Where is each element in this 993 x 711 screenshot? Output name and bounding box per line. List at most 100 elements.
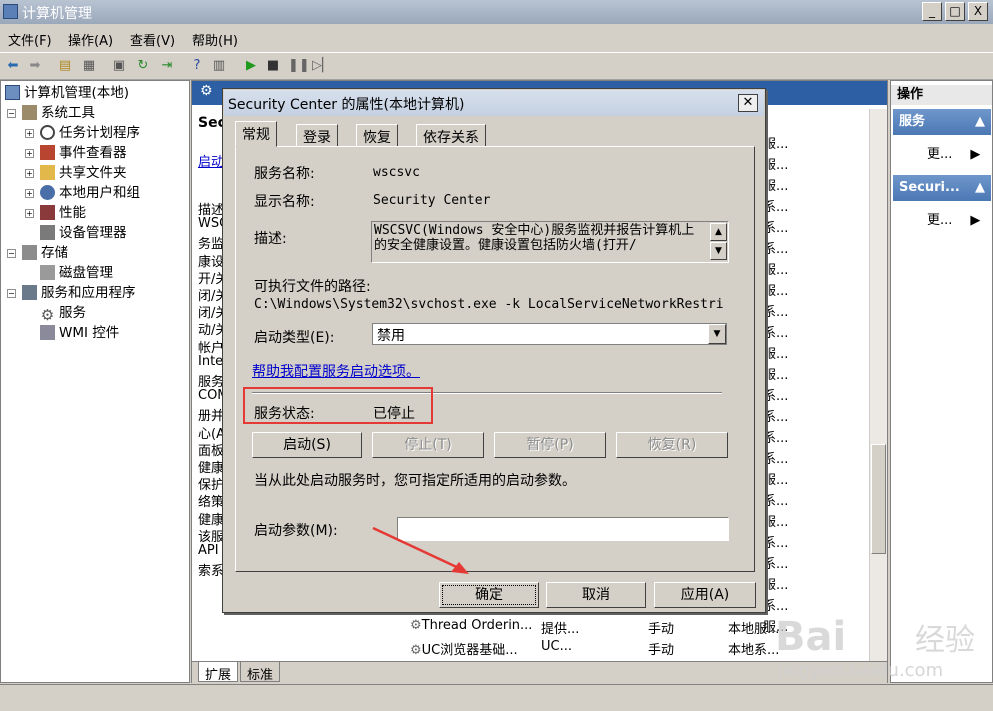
row-startup-type: 手动 xyxy=(648,643,675,658)
device-manager-icon xyxy=(40,225,55,240)
pause-button[interactable]: 暂停(P) xyxy=(494,432,606,458)
logon-fragment: 服... xyxy=(763,263,789,278)
menu-help[interactable]: 帮助(H) xyxy=(192,30,238,49)
up-folder-icon[interactable]: ▤ xyxy=(56,57,74,75)
start-link-fragment[interactable]: 启动 xyxy=(198,151,224,170)
pause-icon[interactable]: ❚❚ xyxy=(288,57,310,75)
row-startup-type: 手动 xyxy=(648,622,675,637)
back-icon[interactable]: ⬅ xyxy=(4,57,22,75)
vertical-scrollbar[interactable] xyxy=(869,109,887,664)
refresh-icon[interactable]: ↻ xyxy=(134,57,152,75)
actions-more-services[interactable]: 更... ▶ xyxy=(927,143,980,162)
play-icon[interactable]: ▶ xyxy=(242,57,260,75)
logon-fragment: 系... xyxy=(763,326,789,341)
restart-icon[interactable]: ▷▏ xyxy=(312,57,332,75)
expand-icon[interactable]: + xyxy=(25,149,34,158)
actions-group-services[interactable]: 服务 ▲ xyxy=(893,109,991,135)
scroll-down-icon[interactable]: ▼ xyxy=(710,242,727,260)
tree-item-services[interactable]: ⚙ 服务 xyxy=(40,303,86,323)
tab-extended[interactable]: 扩展 xyxy=(198,662,239,683)
collapse-icon[interactable]: − xyxy=(7,289,16,298)
menu-view[interactable]: 查看(V) xyxy=(130,30,175,49)
exe-path-label: 可执行文件的路径: xyxy=(254,279,371,295)
disk-icon xyxy=(40,265,55,280)
scrollbar-thumb[interactable] xyxy=(871,444,886,554)
start-button[interactable]: 启动(S) xyxy=(252,432,362,458)
tab-standard[interactable]: 标准 xyxy=(240,662,281,683)
users-icon xyxy=(40,185,55,200)
tree-item-disk-management[interactable]: 磁盘管理 xyxy=(40,263,113,283)
description-fragment: 保护 xyxy=(198,478,225,494)
chevron-down-icon[interactable]: ▼ xyxy=(708,324,726,344)
tab-logon[interactable]: 登录 xyxy=(296,124,338,146)
tree-item-event-viewer[interactable]: + 事件查看器 xyxy=(25,143,127,163)
tree-item-performance[interactable]: + 性能 xyxy=(25,203,86,223)
menu-file[interactable]: 文件(F) xyxy=(8,30,52,49)
resume-button[interactable]: 恢复(R) xyxy=(616,432,728,458)
watermark-brand: Bai xyxy=(775,614,846,660)
description-box[interactable]: WSCSVC(Windows 安全中心)服务监视并报告计算机上的安全健康设置。健… xyxy=(371,221,729,263)
description-fragment: 健康 xyxy=(198,512,225,528)
toolbar: ⬅ ➡ ▤ ▦ ▣ ↻ ⇥ ? ▥ ▶ ■ ❚❚ ▷▏ xyxy=(0,52,993,80)
close-button[interactable]: X xyxy=(968,2,988,21)
logon-fragment: 系... xyxy=(763,494,789,509)
tab-recovery[interactable]: 恢复 xyxy=(356,124,398,146)
collapse-arrow-icon: ▲ xyxy=(975,114,985,129)
description-fragment: 心(A xyxy=(198,426,225,442)
services-apps-icon xyxy=(22,285,37,300)
expand-icon[interactable]: + xyxy=(25,169,34,178)
view-icon[interactable]: ▥ xyxy=(210,57,228,75)
tree-item-task-scheduler[interactable]: + 任务计划程序 xyxy=(25,123,140,143)
tab-dependencies[interactable]: 依存关系 xyxy=(416,124,486,146)
description-fragment: Inte xyxy=(198,353,224,369)
cancel-button[interactable]: 取消 xyxy=(546,582,646,608)
tree-item-device-manager[interactable]: 设备管理器 xyxy=(40,223,127,243)
stop-button[interactable]: 停止(T) xyxy=(372,432,484,458)
menu-action[interactable]: 操作(A) xyxy=(68,30,113,49)
export-icon[interactable]: ⇥ xyxy=(158,57,176,75)
startup-type-select[interactable]: 禁用 ▼ xyxy=(372,323,727,345)
forward-icon[interactable]: ➡ xyxy=(26,57,44,75)
tree-item-storage[interactable]: − 存储 xyxy=(7,243,68,263)
service-name-value: wscsvc xyxy=(373,165,420,180)
tree-item-services-apps[interactable]: − 服务和应用程序 xyxy=(7,283,136,303)
start-params-label: 启动参数(M): xyxy=(254,523,338,539)
table-row[interactable]: ⚙UC浏览器基础... xyxy=(410,639,518,658)
submenu-arrow-icon: ▶ xyxy=(970,213,981,228)
apply-button[interactable]: 应用(A) xyxy=(654,582,756,608)
help-configure-link[interactable]: 帮助我配置服务启动选项。 xyxy=(252,361,420,381)
table-row[interactable]: ⚙Thread Orderin... xyxy=(410,618,532,633)
row-description: UC... xyxy=(541,639,572,654)
tab-general[interactable]: 常规 xyxy=(235,121,277,147)
show-hide-tree-icon[interactable]: ▦ xyxy=(80,57,98,75)
stop-icon[interactable]: ■ xyxy=(264,57,282,75)
description-fragment: 索系 xyxy=(198,564,225,580)
help-icon[interactable]: ? xyxy=(188,57,206,75)
collapse-icon[interactable]: − xyxy=(7,109,16,118)
maximize-button[interactable]: □ xyxy=(945,2,965,21)
tree-root[interactable]: 计算机管理(本地) xyxy=(5,83,129,103)
expand-icon[interactable]: + xyxy=(25,189,34,198)
minimize-button[interactable]: _ xyxy=(922,2,942,21)
watermark-url: jingyan.baidu.com xyxy=(776,660,943,680)
tree-item-shared-folders[interactable]: + 共享文件夹 xyxy=(25,163,127,183)
dialog-titlebar: Security Center 的属性(本地计算机) ✕ xyxy=(224,90,764,116)
tree-item-system-tools[interactable]: − 系统工具 xyxy=(7,103,95,123)
tree-item-local-users[interactable]: + 本地用户和组 xyxy=(25,183,140,203)
tree-item-wmi[interactable]: WMI 控件 xyxy=(40,323,119,343)
logon-fragment: 服... xyxy=(763,158,789,173)
services-header-icon: ⚙ xyxy=(200,83,213,99)
computer-management-icon xyxy=(3,4,18,19)
collapse-icon[interactable]: − xyxy=(7,249,16,258)
performance-icon xyxy=(40,205,55,220)
expand-icon[interactable]: + xyxy=(25,209,34,218)
actions-more-security[interactable]: 更... ▶ xyxy=(927,209,980,228)
actions-group-security[interactable]: Securi... ▲ xyxy=(893,175,991,201)
expand-icon[interactable]: + xyxy=(25,129,34,138)
tools-icon xyxy=(22,105,37,120)
properties-icon[interactable]: ▣ xyxy=(110,57,128,75)
ok-button[interactable]: 确定 xyxy=(439,582,539,608)
scroll-up-icon[interactable]: ▲ xyxy=(710,223,727,241)
dialog-close-button[interactable]: ✕ xyxy=(738,94,758,112)
event-viewer-icon xyxy=(40,145,55,160)
